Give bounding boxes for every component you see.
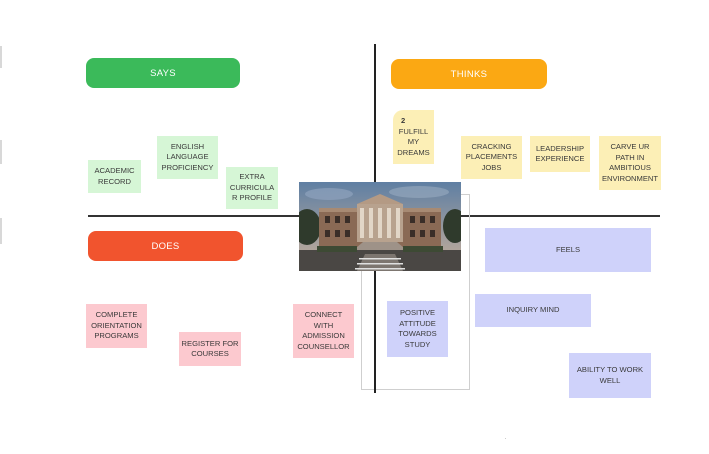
horizontal-axis-left [88,215,303,217]
stray-dot [505,438,506,439]
does-note-orientation[interactable]: COMPLETE ORIENTATION PROGRAMS [86,304,147,348]
thinks-note-leadership[interactable]: LEADERSHIP EXPERIENCE [530,136,590,172]
note-text: ACADEMIC RECORD [94,166,135,186]
note-text: REGISTER FOR COURSES [181,338,239,359]
feels-header-note[interactable]: FEELS [485,228,651,272]
does-note-register-courses[interactable]: REGISTER FOR COURSES [179,332,241,366]
edge-mark [0,46,2,68]
note-text: CRACKING PLACEMENTS JOBS [465,141,518,172]
note-text: POSITIVE ATTITUDE TOWARDS STUDY [398,308,437,349]
horizontal-axis-right [460,215,660,217]
feels-note-positive-attitude[interactable]: POSITIVE ATTITUDE TOWARDS STUDY [387,301,448,357]
note-text: CONNECT WITH ADMISSION COUNSELLOR [297,310,350,351]
note-text: ABILITY TO WORK WELL [576,365,644,385]
edge-mark [0,218,2,244]
note-badge: 2 [401,116,406,125]
note-text: FULFILL MY DREAMS [397,126,430,157]
thinks-note-carve-path[interactable]: CARVE UR PATH IN AMBITIOUS ENVIRONMENT [599,136,661,190]
note-text: EXTRA CURRICULA R PROFILE [229,172,275,203]
feels-note-ability-work-well[interactable]: ABILITY TO WORK WELL [569,353,651,398]
feels-note-inquiry-mind[interactable]: INQUIRY MIND [475,294,591,327]
note-text: LEADERSHIP EXPERIENCE [535,143,585,164]
says-note-extracurricular[interactable]: EXTRA CURRICULA R PROFILE [226,167,278,209]
note-text: ENGLISH LANGUAGE PROFICIENCY [161,141,214,172]
note-text: COMPLETE ORIENTATION PROGRAMS [91,310,142,341]
does-note-connect-counsellor[interactable]: CONNECT WITH ADMISSION COUNSELLOR [293,304,354,358]
says-note-english-proficiency[interactable]: ENGLISH LANGUAGE PROFICIENCY [157,136,218,179]
note-text: INQUIRY MIND [506,305,560,315]
thinks-note-cracking-placements[interactable]: CRACKING PLACEMENTS JOBS [461,136,522,179]
university-building-image [299,182,461,271]
edge-mark [0,140,2,164]
thinks-header[interactable]: THINKS [391,59,547,89]
note-text: FEELS [555,244,581,254]
thinks-note-fulfill-dreams[interactable]: 2 FULFILL MY DREAMS [393,110,434,164]
note-text: CARVE UR PATH IN AMBITIOUS ENVIRONMENT [601,142,659,183]
says-header[interactable]: SAYS [86,58,240,88]
does-header[interactable]: DOES [88,231,243,261]
says-note-academic-record[interactable]: ACADEMIC RECORD [88,160,141,193]
